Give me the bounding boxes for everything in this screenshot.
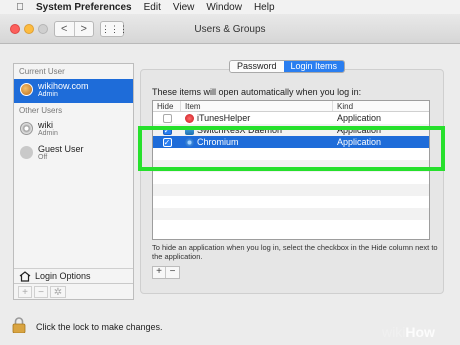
tab-password[interactable]: Password (230, 61, 284, 72)
empty-row (153, 184, 429, 196)
login-items-toolbar: + − (152, 266, 180, 279)
itunes-icon (185, 113, 194, 123)
empty-row (153, 208, 429, 220)
empty-row (153, 196, 429, 208)
user-role: Admin (38, 91, 58, 98)
window-title: Users & Groups (194, 24, 266, 35)
apple-menu-icon[interactable]:  (14, 2, 26, 13)
add-user-button[interactable]: + (18, 285, 32, 298)
empty-row (153, 220, 429, 232)
user-role: Admin (38, 130, 58, 137)
user-name: Guest User (38, 144, 84, 154)
column-header-item[interactable]: Item (181, 101, 333, 111)
avatar (20, 122, 33, 135)
column-header-kind[interactable]: Kind (333, 101, 429, 111)
menu-window[interactable]: Window (206, 2, 242, 13)
login-options-item[interactable]: Login Options (14, 268, 133, 283)
users-sidebar: Current User wikihow.com Admin Other Use… (13, 63, 134, 300)
sidebar-user-guest[interactable]: Guest User Off (14, 142, 133, 166)
column-header-hide[interactable]: Hide (153, 101, 181, 111)
menu-edit[interactable]: Edit (144, 2, 161, 13)
tab-login-items[interactable]: Login Items (283, 61, 345, 72)
table-header: Hide Item Kind (153, 101, 429, 112)
sidebar-user-wiki[interactable]: wiki Admin (14, 118, 133, 142)
menu-system-preferences[interactable]: System Preferences (36, 2, 132, 13)
login-options-label: Login Options (35, 271, 91, 281)
menu-help[interactable]: Help (254, 2, 275, 13)
menu-bar:  System Preferences Edit View Window He… (0, 0, 460, 14)
house-icon (19, 270, 31, 282)
item-kind: Application (337, 113, 382, 123)
highlight-box (138, 126, 445, 171)
guest-avatar-icon (20, 146, 33, 159)
gear-icon[interactable]: ✲ (50, 285, 66, 298)
hide-hint-text: To hide an application when you log in, … (152, 243, 438, 261)
add-login-item-button[interactable]: + (153, 267, 166, 278)
sidebar-user-current[interactable]: wikihow.com Admin (14, 79, 133, 103)
lock-icon[interactable] (12, 317, 26, 333)
table-row[interactable]: iTunesHelper Application (153, 112, 429, 124)
avatar (20, 83, 33, 96)
watermark-part2: How (405, 324, 435, 340)
remove-login-item-button[interactable]: − (166, 267, 179, 278)
current-user-label: Current User (19, 67, 65, 76)
item-name: iTunesHelper (197, 113, 251, 123)
hide-checkbox[interactable] (162, 113, 172, 123)
empty-row (153, 172, 429, 184)
remove-user-button[interactable]: − (34, 285, 48, 298)
tab-bar: Password Login Items (229, 60, 346, 73)
wikihow-watermark: wikiHow (382, 324, 435, 340)
user-name: wikihow.com (38, 81, 89, 91)
menu-view[interactable]: View (173, 2, 195, 13)
watermark-part1: wiki (382, 324, 406, 340)
lock-text: Click the lock to make changes. (36, 322, 163, 332)
login-items-intro: These items will open automatically when… (152, 87, 362, 97)
user-name: wiki (38, 120, 53, 130)
sidebar-toolbar: + − ✲ (14, 283, 133, 299)
other-users-label: Other Users (19, 106, 63, 115)
user-role: Off (38, 154, 48, 161)
